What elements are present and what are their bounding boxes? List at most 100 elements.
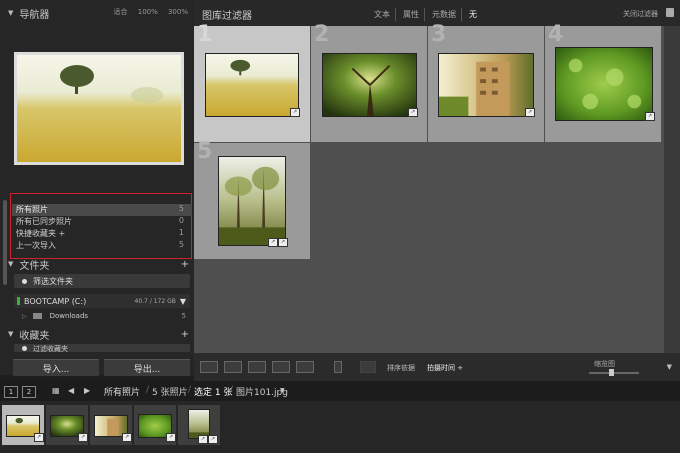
grid-icon[interactable]: ▦ <box>52 386 60 395</box>
page-2-button[interactable]: 2 <box>22 386 36 398</box>
volume-capacity: 40.7 / 172 GB <box>134 297 176 305</box>
folder-filter-input[interactable]: 筛选文件夹 <box>14 274 190 288</box>
loupe-view-icon[interactable] <box>224 361 242 373</box>
library-toolbar: 排序依据 拍摄时间 ÷ 缩览图 ▼ <box>194 353 680 381</box>
catalog-item-label: 所有照片 <box>16 205 48 214</box>
toolbar-menu-icon[interactable]: ▼ <box>667 363 672 371</box>
chevron-down-icon[interactable]: ▼ <box>280 387 285 394</box>
search-icon <box>22 346 27 351</box>
arrow-right-icon[interactable]: ▶ <box>84 386 90 395</box>
filmstrip: ↗ ↗ ↗ ↗ ↗ ↗ <box>0 401 680 453</box>
sort-label: 排序依据 <box>387 364 415 372</box>
navigator-zoom-options[interactable]: 适合 100% 300% <box>114 7 188 17</box>
grid-cell[interactable]: 3 ↗ <box>428 22 544 142</box>
left-panel-scrollbar[interactable] <box>3 200 7 285</box>
collections-title: 收藏夹 <box>19 330 50 342</box>
grid-view-icon[interactable] <box>200 361 218 373</box>
filmstrip-thumb[interactable]: ↗ <box>134 405 176 445</box>
badge-icon: ↗ <box>278 238 288 247</box>
filmstrip-bar: 1 2 ▦ ◀ ▶ 所有照片 / 5 张照片 / 选定 1 张 / 图片101.… <box>0 381 680 401</box>
painter-icon[interactable] <box>334 361 342 373</box>
filter-tabs: 文本 属性 元数据 无 <box>369 8 482 21</box>
badge-icon: ↗ <box>78 433 88 442</box>
collapse-triangle-icon[interactable]: ▼ <box>8 260 13 268</box>
badge-icon: ↗ <box>290 108 300 117</box>
tab-text[interactable]: 文本 <box>369 8 396 21</box>
add-collection-icon[interactable]: + <box>181 329 189 340</box>
filmstrip-thumb[interactable]: ↗ <box>2 405 44 445</box>
grid-cell[interactable]: 2 ↗ <box>311 22 427 142</box>
collections-header[interactable]: ▼ 收藏夹 + <box>8 326 189 342</box>
filmstrip-thumb[interactable]: ↗ <box>46 405 88 445</box>
separator-icon: / <box>230 385 234 395</box>
import-button[interactable]: 导入... <box>13 359 99 376</box>
photo-grid: 1 ↗ 2 ↗ 3 ↗ 4 ↗ 5 ↗ ↗ <box>194 22 664 353</box>
badge-icon: ↗ <box>166 433 176 442</box>
grid-cell[interactable]: 5 ↗ ↗ <box>194 139 310 259</box>
catalog-item-all-photos[interactable]: 所有照片 5 <box>12 204 192 216</box>
grid-scrollbar[interactable] <box>664 26 680 353</box>
cell-index: 3 <box>431 22 447 47</box>
export-button[interactable]: 导出... <box>104 359 190 376</box>
volume-status-indicator <box>17 297 20 305</box>
collection-filter-placeholder: 过滤收藏夹 <box>33 345 68 352</box>
survey-view-icon[interactable] <box>272 361 290 373</box>
catalog-item-label: 快捷收藏夹 + <box>16 229 66 238</box>
badge-icon: ↗ <box>645 112 655 121</box>
chevron-down-icon[interactable]: ▼ <box>180 297 186 306</box>
sort-direction-icon[interactable] <box>360 361 376 373</box>
page-1-button[interactable]: 1 <box>4 386 18 398</box>
catalog-item-previous-import[interactable]: 上一次导入 5 <box>12 240 192 252</box>
meadow-tree-photo <box>205 53 299 117</box>
folders-header[interactable]: ▼ 文件夹 + <box>8 256 189 272</box>
catalog-item-quick-collection[interactable]: 快捷收藏夹 + 1 <box>12 228 192 240</box>
cell-index: 4 <box>548 22 564 47</box>
badge-icon: ↗ <box>198 435 208 444</box>
badge-icon: ↗ <box>525 108 535 117</box>
catalog-item-count: 5 <box>178 204 184 213</box>
thumbnail-size-slider[interactable] <box>589 369 639 376</box>
catalog-item-label: 上一次导入 <box>16 241 56 250</box>
slider-knob[interactable] <box>609 369 615 376</box>
meadow-tree-preview-image <box>17 55 181 162</box>
folder-label: Downloads <box>49 312 89 320</box>
lock-icon[interactable] <box>666 8 674 17</box>
tab-attribute[interactable]: 属性 <box>398 8 425 21</box>
tab-none[interactable]: 无 <box>464 8 482 21</box>
badge-icon: ↗ <box>34 433 44 442</box>
cell-index: 1 <box>197 22 213 47</box>
volume-item[interactable]: BOOTCAMP (C:) 40.7 / 172 GB ▼ <box>14 294 190 308</box>
arrow-left-icon[interactable]: ◀ <box>68 386 74 395</box>
green-leaves-photo <box>555 47 653 121</box>
filmstrip-thumb[interactable]: ↗ <box>90 405 132 445</box>
catalog-item-count: 1 <box>178 228 184 237</box>
people-view-icon[interactable] <box>296 361 314 373</box>
tab-metadata[interactable]: 元数据 <box>427 8 462 21</box>
cell-index: 2 <box>314 22 330 47</box>
badge-icon: ↗ <box>122 433 132 442</box>
tall-trees-photo <box>218 156 286 246</box>
add-folder-icon[interactable]: + <box>181 259 189 270</box>
collection-filter-input[interactable]: 过滤收藏夹 <box>14 344 190 352</box>
collapse-triangle-icon[interactable]: ▼ <box>8 330 13 338</box>
catalog-item-synced-photos[interactable]: 所有已同步照片 0 <box>12 216 192 228</box>
navigator-preview[interactable] <box>14 52 184 165</box>
selection-count: 选定 1 张 <box>194 388 233 398</box>
grid-cell[interactable]: 4 ↗ <box>545 22 661 142</box>
filmstrip-source[interactable]: 所有照片 <box>104 385 140 398</box>
catalog-item-count: 0 <box>178 216 184 225</box>
separator-icon: / <box>188 385 192 395</box>
grid-cell[interactable]: 1 ↗ <box>194 22 310 142</box>
compare-view-icon[interactable] <box>248 361 266 373</box>
badge-icon: ↗ <box>408 108 418 117</box>
chevron-right-icon[interactable]: ▷ <box>22 313 27 320</box>
sort-dropdown[interactable]: 拍摄时间 ÷ <box>427 363 463 373</box>
catalog-list: 所有照片 5 所有已同步照片 0 快捷收藏夹 + 1 上一次导入 5 <box>12 204 192 252</box>
filmstrip-thumb[interactable]: ↗ ↗ <box>178 405 220 445</box>
building-photo <box>438 53 534 117</box>
folder-item-downloads[interactable]: ▷ Downloads 5 <box>14 310 190 322</box>
folder-icon <box>32 313 42 319</box>
navigator-header[interactable]: ▼ 导航器 适合 100% 300% <box>8 5 188 21</box>
collapse-triangle-icon[interactable]: ▼ <box>8 9 13 17</box>
close-filter-dropdown[interactable]: 关闭过滤器 <box>623 9 658 19</box>
